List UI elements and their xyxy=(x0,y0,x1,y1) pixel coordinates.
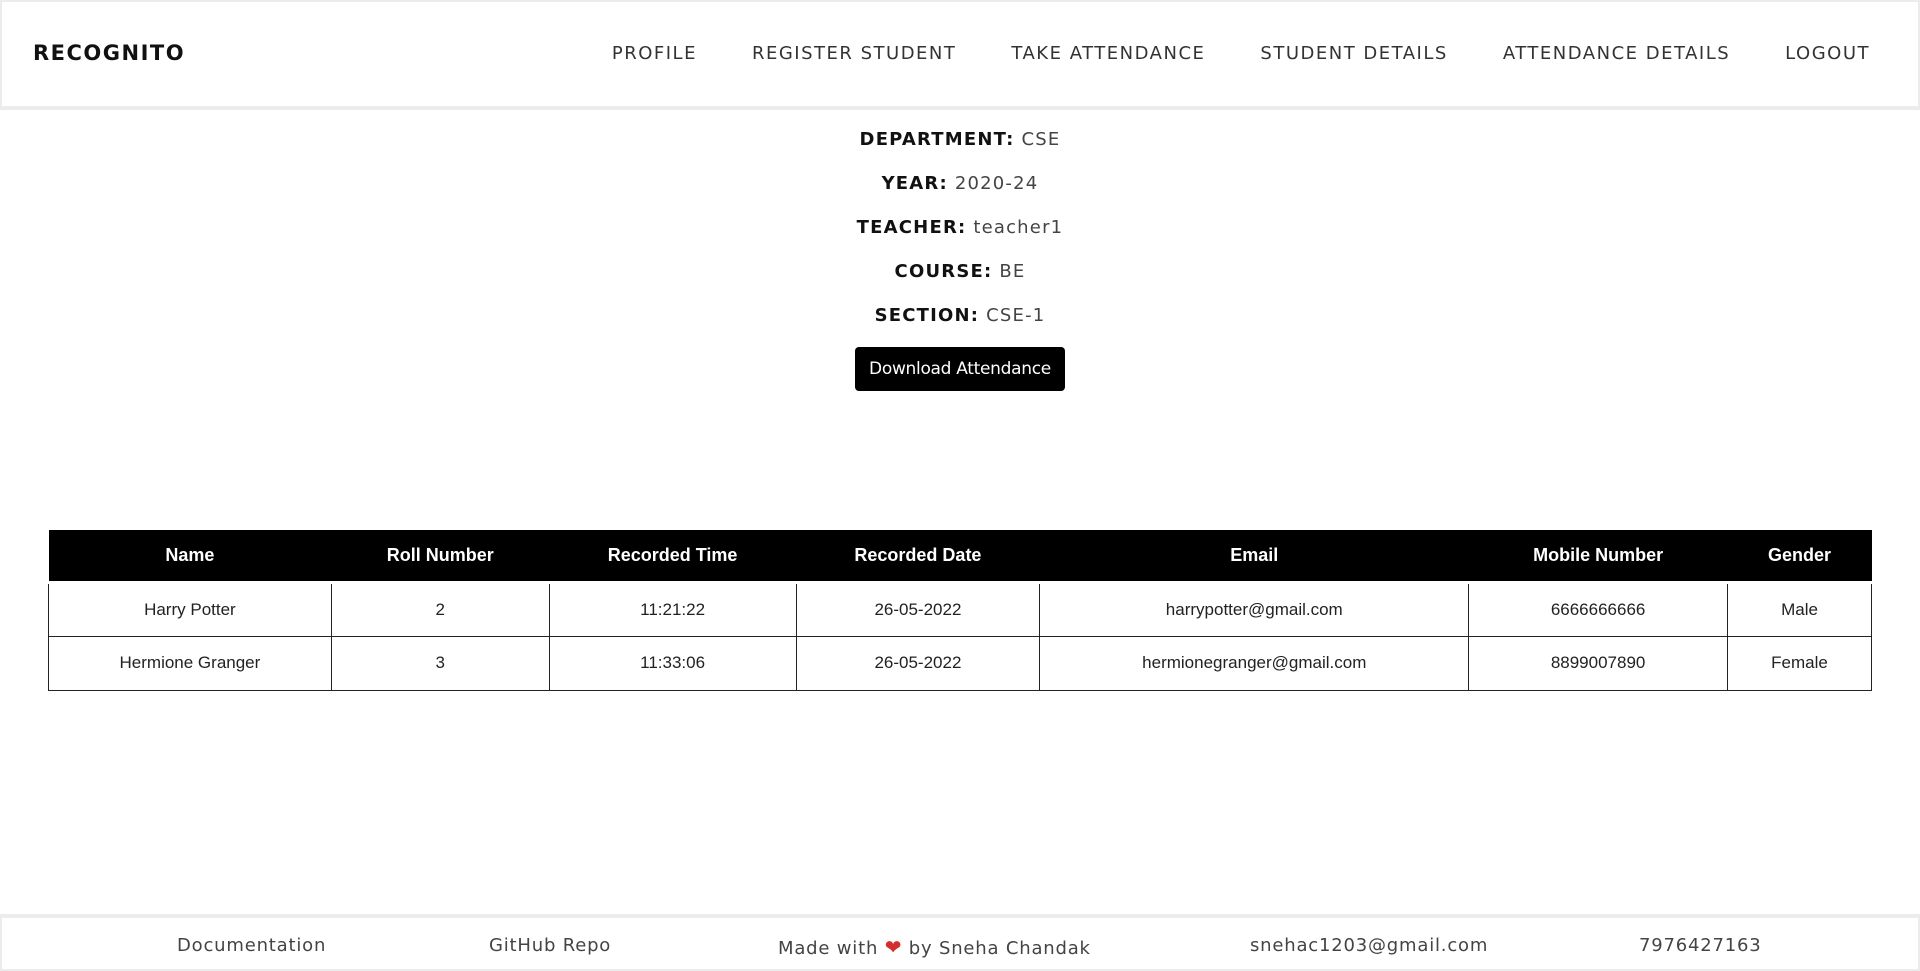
cell-recorded-date: 26-05-2022 xyxy=(795,581,1041,637)
year-row: YEAR: 2020-24 xyxy=(0,169,1920,213)
nav-profile[interactable]: PROFILE xyxy=(612,43,697,64)
course-row: COURSE: BE xyxy=(0,257,1920,301)
cell-recorded-time: 11:21:22 xyxy=(548,581,797,637)
brand-logo[interactable]: RECOGNITO xyxy=(33,41,185,65)
cell-roll-number: 2 xyxy=(330,581,550,637)
cell-gender: Male xyxy=(1727,581,1872,637)
download-attendance-button[interactable]: Download Attendance xyxy=(855,347,1065,391)
section-label: SECTION: xyxy=(874,305,980,326)
teacher-label: TEACHER: xyxy=(856,217,967,238)
nav-take-attendance[interactable]: TAKE ATTENDANCE xyxy=(1011,43,1205,64)
cell-name: Harry Potter xyxy=(48,581,332,637)
department-value: CSE xyxy=(1021,129,1061,150)
footer-documentation-link[interactable]: Documentation xyxy=(177,935,326,956)
year-value: 2020-24 xyxy=(954,173,1039,194)
footer-github-link[interactable]: GitHub Repo xyxy=(489,935,611,956)
footer: Documentation GitHub Repo Made with ❤ by… xyxy=(0,914,1920,971)
table-row: Hermione Granger 3 11:33:06 26-05-2022 h… xyxy=(48,635,1872,691)
table-row: Harry Potter 2 11:21:22 26-05-2022 harry… xyxy=(48,581,1872,637)
cell-mobile-number: 6666666666 xyxy=(1468,581,1729,637)
course-label: COURSE: xyxy=(894,261,993,282)
nav-student-details[interactable]: STUDENT DETAILS xyxy=(1260,43,1447,64)
footer-phone: 7976427163 xyxy=(1639,935,1762,956)
header-mobile-number: Mobile Number xyxy=(1533,544,1664,565)
footer-email[interactable]: snehac1203@gmail.com xyxy=(1250,935,1488,956)
nav-attendance-details[interactable]: ATTENDANCE DETAILS xyxy=(1503,43,1730,64)
year-label: YEAR: xyxy=(881,173,948,194)
attendance-table-wrapper: Name Roll Number Recorded Time Recorded … xyxy=(48,530,1872,691)
department-row: DEPARTMENT: CSE xyxy=(0,125,1920,169)
cell-recorded-time: 11:33:06 xyxy=(548,635,797,691)
cell-recorded-date: 26-05-2022 xyxy=(795,635,1041,691)
cell-roll-number: 3 xyxy=(330,635,550,691)
header-gender: Gender xyxy=(1767,544,1832,565)
nav-register-student[interactable]: REGISTER STUDENT xyxy=(752,43,956,64)
heart-icon: ❤ xyxy=(884,935,903,959)
footer-made-with: Made with xyxy=(778,938,879,959)
section-row: SECTION: CSE-1 xyxy=(0,301,1920,345)
teacher-value: teacher1 xyxy=(973,217,1064,238)
table-body: Harry Potter 2 11:21:22 26-05-2022 harry… xyxy=(48,581,1872,691)
table-header-row: Name Roll Number Recorded Time Recorded … xyxy=(48,530,1872,582)
cell-email: hermionegranger@gmail.com xyxy=(1039,635,1470,691)
course-value: BE xyxy=(999,261,1026,282)
attendance-table: Name Roll Number Recorded Time Recorded … xyxy=(48,530,1872,691)
header-name: Name xyxy=(165,544,215,565)
section-value: CSE-1 xyxy=(986,305,1046,326)
footer-author: by Sneha Chandak xyxy=(908,938,1091,959)
header-email: Email xyxy=(1230,544,1279,565)
cell-gender: Female xyxy=(1727,635,1872,691)
teacher-row: TEACHER: teacher1 xyxy=(0,213,1920,257)
nav-logout[interactable]: LOGOUT xyxy=(1785,43,1870,64)
cell-name: Hermione Granger xyxy=(48,635,332,691)
cell-email: harrypotter@gmail.com xyxy=(1039,581,1470,637)
header-recorded-date: Recorded Date xyxy=(854,544,982,565)
header-roll-number: Roll Number xyxy=(386,544,494,565)
nav-links: PROFILE REGISTER STUDENT TAKE ATTENDANCE… xyxy=(612,43,1870,64)
class-info: DEPARTMENT: CSE YEAR: 2020-24 TEACHER: t… xyxy=(0,125,1920,345)
header-recorded-time: Recorded Time xyxy=(607,544,738,565)
navbar: RECOGNITO PROFILE REGISTER STUDENT TAKE … xyxy=(0,0,1920,110)
table-header: Name Roll Number Recorded Time Recorded … xyxy=(48,530,1872,582)
footer-credit: Made with ❤ by Sneha Chandak xyxy=(778,935,1091,959)
cell-mobile-number: 8899007890 xyxy=(1468,635,1729,691)
department-label: DEPARTMENT: xyxy=(859,129,1015,150)
